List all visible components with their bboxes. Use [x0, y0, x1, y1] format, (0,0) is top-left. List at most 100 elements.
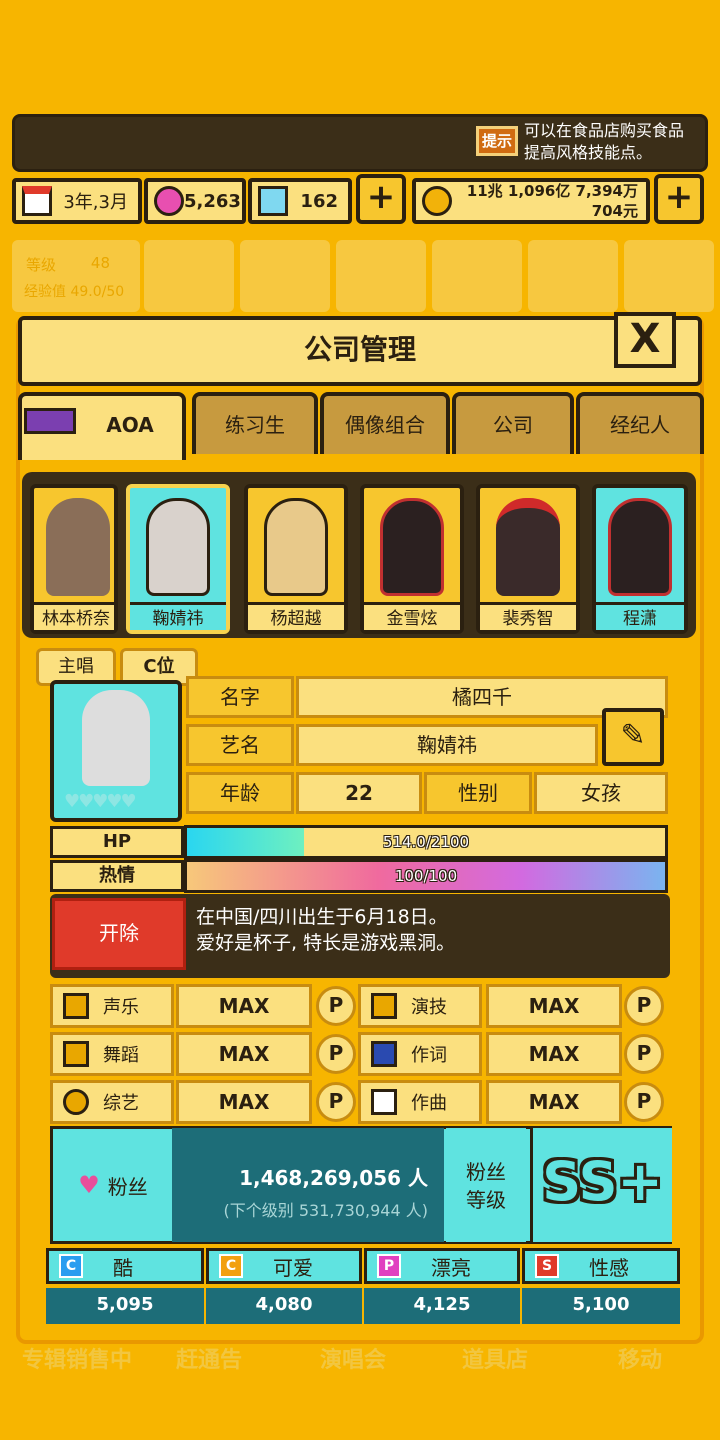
skill-point-button[interactable]: P: [316, 986, 356, 1026]
member-card-selected[interactable]: 鞠婧祎: [126, 484, 230, 634]
bg-tile: [336, 240, 426, 312]
hp-text: 514.0/2100: [382, 833, 470, 851]
attr-cool-value: 5,095: [46, 1288, 204, 1324]
skill-acting: 演技: [358, 984, 482, 1028]
coin-icon: [422, 186, 452, 216]
tip-badge: 提示: [476, 126, 518, 156]
cool-icon: C: [59, 1254, 83, 1278]
bg-tile: [144, 240, 234, 312]
fan-grade-badge: SS+: [530, 1128, 672, 1242]
tab-manager[interactable]: 经纪人: [576, 392, 704, 454]
skill-point-button[interactable]: P: [624, 1034, 664, 1074]
member-portrait: [146, 498, 210, 596]
heart-icons: ♥♥♥♥♥: [64, 791, 137, 812]
bg-tile: [624, 240, 714, 312]
bg-menu-album: 专辑销售中: [22, 1348, 133, 1373]
name-label: 名字: [186, 676, 294, 718]
skill-dance: 舞蹈: [50, 1032, 174, 1076]
hp-bar: 514.0/2100: [184, 825, 668, 859]
stage-name-value: 鞠婧祎: [296, 724, 598, 766]
close-button[interactable]: X: [614, 312, 676, 368]
tab-idol-groups[interactable]: 偶像组合: [320, 392, 450, 454]
skill-vocal: 声乐: [50, 984, 174, 1028]
bg-level-value: 48: [90, 254, 110, 272]
pen-icon: [371, 1041, 397, 1067]
age-label: 年龄: [186, 772, 294, 814]
member-card[interactable]: 林本桥奈: [30, 484, 118, 634]
date-box: 3年,3月: [12, 178, 142, 224]
bg-level-label: 等级: [26, 256, 57, 274]
skill-value: MAX: [176, 1032, 312, 1076]
attr-name: 漂亮: [431, 1255, 471, 1280]
date-value: 3年,3月: [63, 192, 128, 213]
fans-next-level: (下个级别 531,730,944 人): [223, 1201, 428, 1220]
heart-icon: ♥: [78, 1171, 100, 1199]
shoe-icon: [63, 1041, 89, 1067]
member-name: 鞠婧祎: [130, 602, 226, 630]
skill-name: 作曲: [411, 1093, 447, 1114]
bg-level-info: 等级 48 经验值 49.0/50: [16, 246, 134, 308]
member-name: 裴秀智: [480, 602, 576, 630]
bg-tile: [240, 240, 330, 312]
pretty-icon: P: [377, 1254, 401, 1278]
member-card[interactable]: 杨超越: [244, 484, 348, 634]
member-portrait: [496, 498, 560, 596]
attr-sexy-value: 5,100: [522, 1288, 680, 1324]
member-card[interactable]: 程潇: [592, 484, 688, 634]
member-name: 杨超越: [248, 602, 344, 630]
cute-icon: C: [219, 1254, 243, 1278]
skill-lyrics: 作词: [358, 1032, 482, 1076]
attr-name: 性感: [589, 1255, 629, 1280]
attr-cool: C酷: [46, 1248, 204, 1284]
pink-gem-value: 5,263: [184, 190, 241, 212]
skill-value: MAX: [486, 1032, 622, 1076]
bg-menu-concert: 演唱会: [320, 1348, 387, 1373]
fans-label: 粉丝: [107, 1174, 148, 1199]
skill-point-button[interactable]: P: [316, 1034, 356, 1074]
skill-value: MAX: [176, 1080, 312, 1124]
skill-name: 作词: [411, 1045, 447, 1066]
edit-name-button[interactable]: ✎: [602, 708, 664, 766]
avatar-portrait: [82, 690, 150, 786]
piano-icon: [371, 1089, 397, 1115]
tab-company[interactable]: 公司: [452, 392, 574, 454]
attr-pretty-value: 4,125: [364, 1288, 520, 1324]
attr-name: 可爱: [273, 1255, 313, 1280]
add-money-button[interactable]: +: [654, 174, 704, 224]
skill-name: 综艺: [103, 1093, 139, 1114]
attr-cute-value: 4,080: [206, 1288, 362, 1324]
tab-trainees[interactable]: 练习生: [192, 392, 318, 454]
member-avatar: ♥♥♥♥♥: [50, 680, 182, 822]
calendar-icon: [22, 186, 52, 216]
blue-gem-box: 162: [248, 178, 352, 224]
pink-gem-box: 5,263: [144, 178, 246, 224]
skill-name: 舞蹈: [103, 1045, 139, 1066]
money-line1: 11兆 1,096亿 7,394万: [466, 182, 638, 200]
gender-label: 性别: [424, 772, 532, 814]
bg-exp-label: 经验值 49.0/50: [24, 284, 125, 300]
money-line2: 704元: [591, 202, 638, 220]
blue-gem-icon: [258, 186, 288, 216]
bg-tile: [528, 240, 618, 312]
hp-label: HP: [50, 826, 184, 858]
tip-text: 可以在食品店购买食品 提高风格技能点。: [524, 121, 685, 162]
add-gems-button[interactable]: +: [356, 174, 406, 224]
skill-point-button[interactable]: P: [624, 986, 664, 1026]
member-portrait: [264, 498, 328, 596]
stage-name-label: 艺名: [186, 724, 294, 766]
skill-compose: 作曲: [358, 1080, 482, 1124]
member-name: 林本桥奈: [34, 602, 114, 630]
member-card[interactable]: 金雪炫: [360, 484, 464, 634]
fire-button[interactable]: 开除: [52, 898, 186, 970]
member-portrait: [46, 498, 110, 596]
member-card[interactable]: 裴秀智: [476, 484, 580, 634]
skill-point-button[interactable]: P: [316, 1082, 356, 1122]
sexy-icon: S: [535, 1254, 559, 1278]
bg-menu-schedule: 赶通告: [176, 1348, 243, 1373]
fans-label-box: ♥ 粉丝: [54, 1130, 172, 1240]
member-name: 程潇: [596, 602, 684, 630]
group-icon: [24, 408, 76, 434]
skill-name: 演技: [411, 997, 447, 1018]
skill-variety: 综艺: [50, 1080, 174, 1124]
skill-point-button[interactable]: P: [624, 1082, 664, 1122]
